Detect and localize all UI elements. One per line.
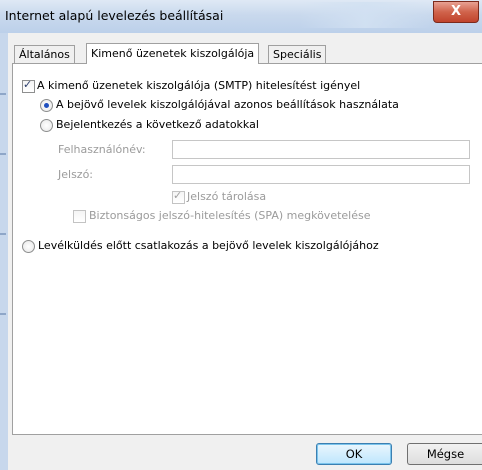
tab-general[interactable]: Általános: [14, 45, 75, 64]
smtp-auth-label[interactable]: A kimenő üzenetek kiszolgálója (SMTP) hi…: [37, 79, 360, 92]
frame-mark: [0, 313, 6, 315]
title-bar: Internet alapú levelezés beállításai X: [0, 0, 482, 34]
login-with-label[interactable]: Bejelentkezés a következő adatokkal: [56, 118, 259, 131]
ok-button[interactable]: OK: [316, 443, 392, 465]
close-button[interactable]: X: [433, 1, 479, 23]
cancel-button[interactable]: Mégse: [407, 443, 482, 465]
frame-mark: [0, 93, 6, 95]
frame-mark: [0, 233, 6, 235]
username-label: Felhasználónév:: [58, 143, 146, 156]
connect-first-label[interactable]: Levélküldés előtt csatlakozás a bejövő l…: [38, 239, 379, 252]
title-bar-glow: [300, 2, 430, 28]
connect-first-radio[interactable]: [22, 240, 35, 253]
remember-password-checkbox[interactable]: [172, 189, 185, 204]
frame-mark: [0, 153, 6, 155]
remember-password-label: Jelszó tárolása: [187, 190, 267, 203]
spa-checkbox[interactable]: [73, 210, 86, 223]
close-icon: X: [450, 4, 462, 19]
password-input[interactable]: [172, 165, 470, 184]
tab-outgoing-server[interactable]: Kimenő üzenetek kiszolgálója: [86, 43, 260, 64]
tab-advanced[interactable]: Speciális: [268, 45, 327, 64]
same-settings-label[interactable]: A bejövő levelek kiszolgálójával azonos …: [56, 98, 399, 111]
login-with-radio[interactable]: [40, 119, 53, 132]
smtp-auth-checkbox[interactable]: [22, 78, 35, 93]
same-settings-radio[interactable]: [40, 99, 53, 112]
window-title: Internet alapú levelezés beállításai: [5, 8, 224, 23]
username-input[interactable]: [172, 140, 470, 159]
spa-label: Biztonságos jelszó-hitelesítés (SPA) meg…: [89, 209, 371, 222]
tab-panel: A kimenő üzenetek kiszolgálója (SMTP) hi…: [12, 63, 482, 435]
window-frame-left: [0, 33, 8, 470]
password-label: Jelszó:: [58, 168, 94, 181]
